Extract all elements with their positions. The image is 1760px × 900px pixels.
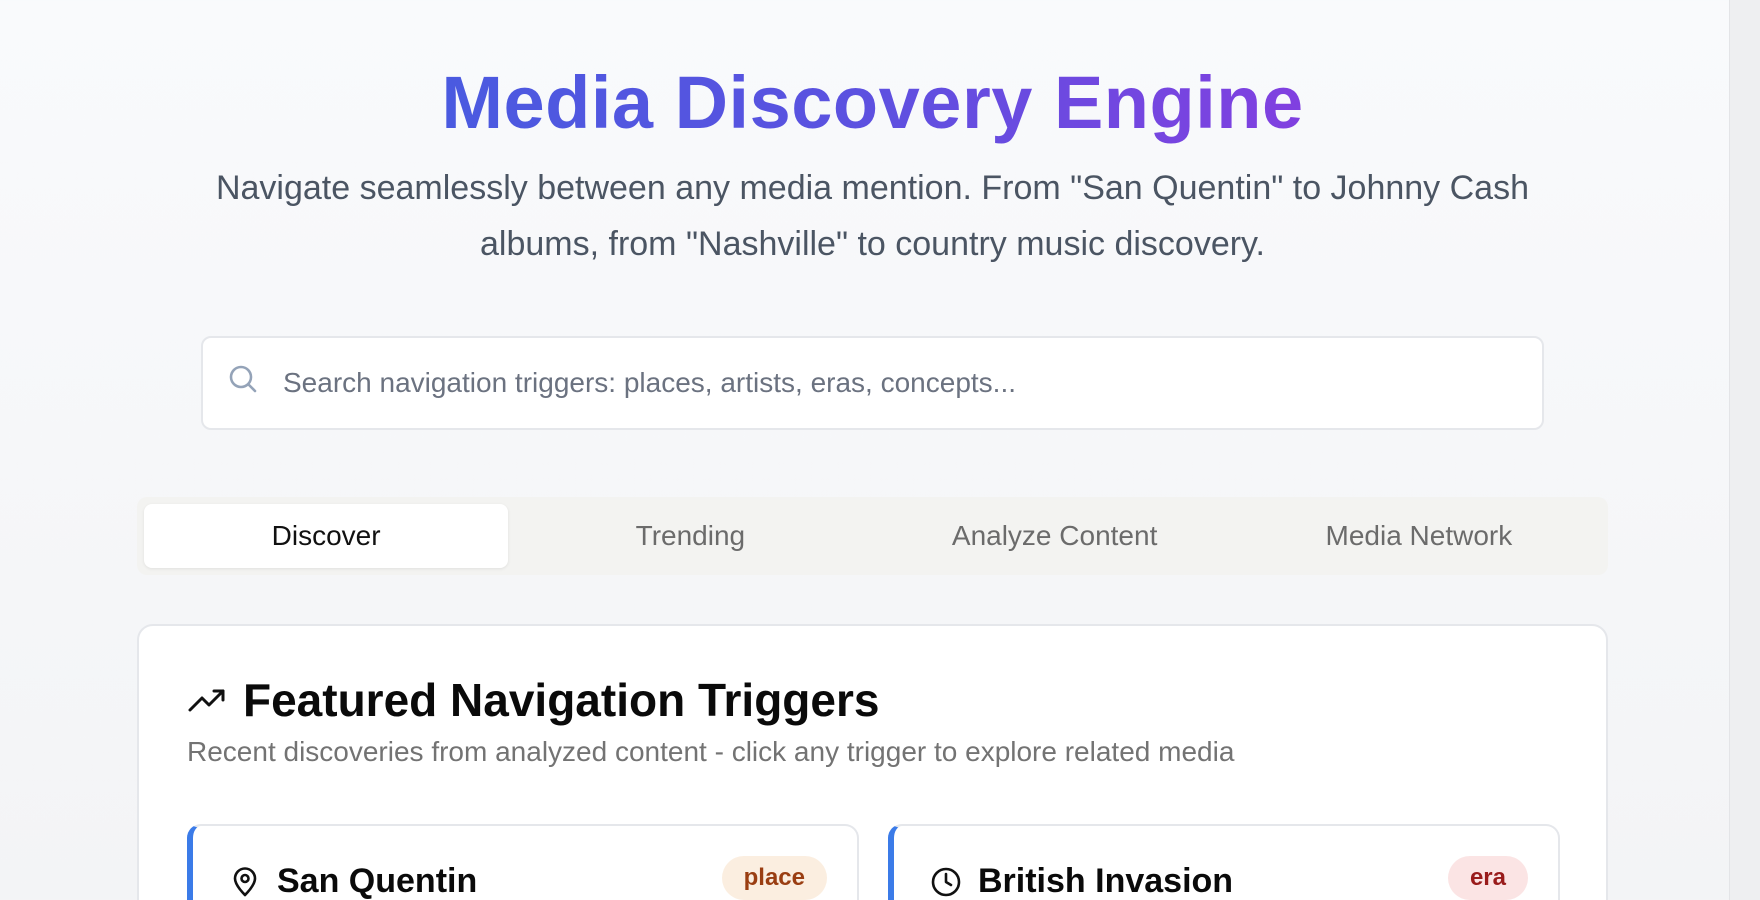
trigger-name: British Invasion xyxy=(978,862,1234,900)
featured-title: Featured Navigation Triggers xyxy=(243,674,880,726)
trigger-card-san-quentin[interactable]: San Quentin place xyxy=(187,824,859,900)
tab-trending[interactable]: Trending xyxy=(508,504,872,568)
featured-header: Featured Navigation Triggers xyxy=(187,670,879,730)
search-box[interactable] xyxy=(201,336,1544,430)
trigger-type-badge: era xyxy=(1447,856,1528,900)
featured-description: Recent discoveries from analyzed content… xyxy=(187,736,1235,767)
trigger-card-british-invasion[interactable]: British Invasion era xyxy=(888,824,1560,900)
trigger-name: San Quentin xyxy=(277,862,478,900)
page-title: Media Discovery Engine xyxy=(0,58,1745,148)
search-icon xyxy=(229,365,257,393)
map-pin-icon xyxy=(233,867,257,897)
trending-up-icon xyxy=(188,689,225,712)
tab-media-network[interactable]: Media Network xyxy=(1237,504,1601,568)
page-subtitle: Navigate seamlessly between any media me… xyxy=(215,169,1530,263)
tab-analyze-content[interactable]: Analyze Content xyxy=(873,504,1237,568)
tab-discover[interactable]: Discover xyxy=(144,504,509,568)
tab-bar: Discover Trending Analyze Content Media … xyxy=(137,497,1608,575)
clock-icon xyxy=(931,867,961,897)
search-input[interactable] xyxy=(283,356,1523,410)
trigger-type-badge: place xyxy=(721,856,827,900)
featured-triggers-card: Featured Navigation Triggers Recent disc… xyxy=(137,624,1608,900)
page-title-text: Media Discovery Engine xyxy=(441,61,1304,144)
